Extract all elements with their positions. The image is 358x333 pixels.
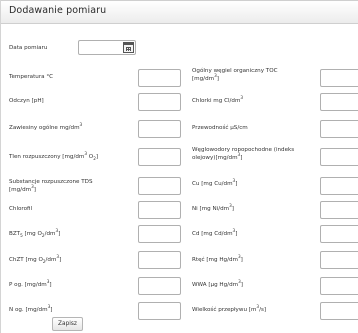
input-cadmium[interactable] [320,225,358,243]
input-dissolved-oxygen[interactable] [138,148,181,166]
label-mercury: Rtęć [mg Hg/dm3] [192,254,243,263]
calendar-icon[interactable] [123,42,134,53]
input-suspended-solids[interactable] [138,120,181,138]
form-title: Dodawanie pomiaru [1,0,358,24]
label-cod: ChZT [mg O2/dm3] [9,254,62,265]
label-toc: Ogólny węgiel organiczny TOC [mg/dm3] [192,68,278,82]
input-toc[interactable] [320,69,358,87]
label-copper: Cu [mg Cu/dm3] [192,178,238,187]
input-total-phosphorus[interactable] [138,277,181,295]
label-total-phosphorus: P og. [mg/dm3] [9,279,52,288]
save-button[interactable]: Zapisz [52,317,83,331]
label-conductivity: Przewodność µS/cm [192,125,248,131]
input-copper[interactable] [320,177,358,195]
input-mercury[interactable] [320,251,358,269]
input-nickel[interactable] [320,201,358,219]
input-total-nitrogen[interactable] [138,302,181,320]
input-bod5[interactable] [138,225,181,243]
label-chlorophyll: Chlorofil [9,206,33,212]
input-chlorides[interactable] [320,93,358,111]
label-temperature: Temperatura °C [9,74,54,80]
input-pah[interactable] [320,277,358,295]
label-flow-rate: Wielkość przepływu [m3/s] [192,304,267,313]
input-ph[interactable] [138,93,181,111]
input-tds[interactable] [138,177,181,195]
input-chlorophyll[interactable] [138,201,181,219]
label-chlorides: Chlorki mg Cl/dm3 [192,95,244,104]
input-temperature[interactable] [138,69,181,87]
label-pah: WWA [µg Hg/dm3] [192,279,243,288]
date-label: Data pomiaru [9,45,48,51]
label-cadmium: Cd [mg Cd/dm3] [192,228,238,237]
label-nickel: Ni [mg Ni/dm3] [192,203,234,212]
input-oil-hydrocarbons[interactable] [320,148,358,166]
label-dissolved-oxygen: Tlen rozpuszczony [mg/dm3 O2] [9,151,99,162]
label-ph: Odczyn [pH] [9,98,44,104]
label-suspended-solids: Zawiesiny ogólne mg/dm3 [9,122,83,131]
label-bod5: BZT5 [mg O2/dm3] [9,228,61,239]
label-total-nitrogen: N og. [mg/dm3] [9,304,53,313]
label-tds: Substancje rozpuszczone TDS [mg/dm3] [9,179,93,193]
input-cod[interactable] [138,251,181,269]
label-oil-hydrocarbons: Węglowodory ropopochodne (indeks olejowy)… [192,147,295,161]
measurement-form-panel: Dodawanie pomiaru Data pomiaru Temperatu… [0,0,358,333]
input-conductivity[interactable] [320,120,358,138]
input-flow-rate[interactable] [320,302,358,320]
